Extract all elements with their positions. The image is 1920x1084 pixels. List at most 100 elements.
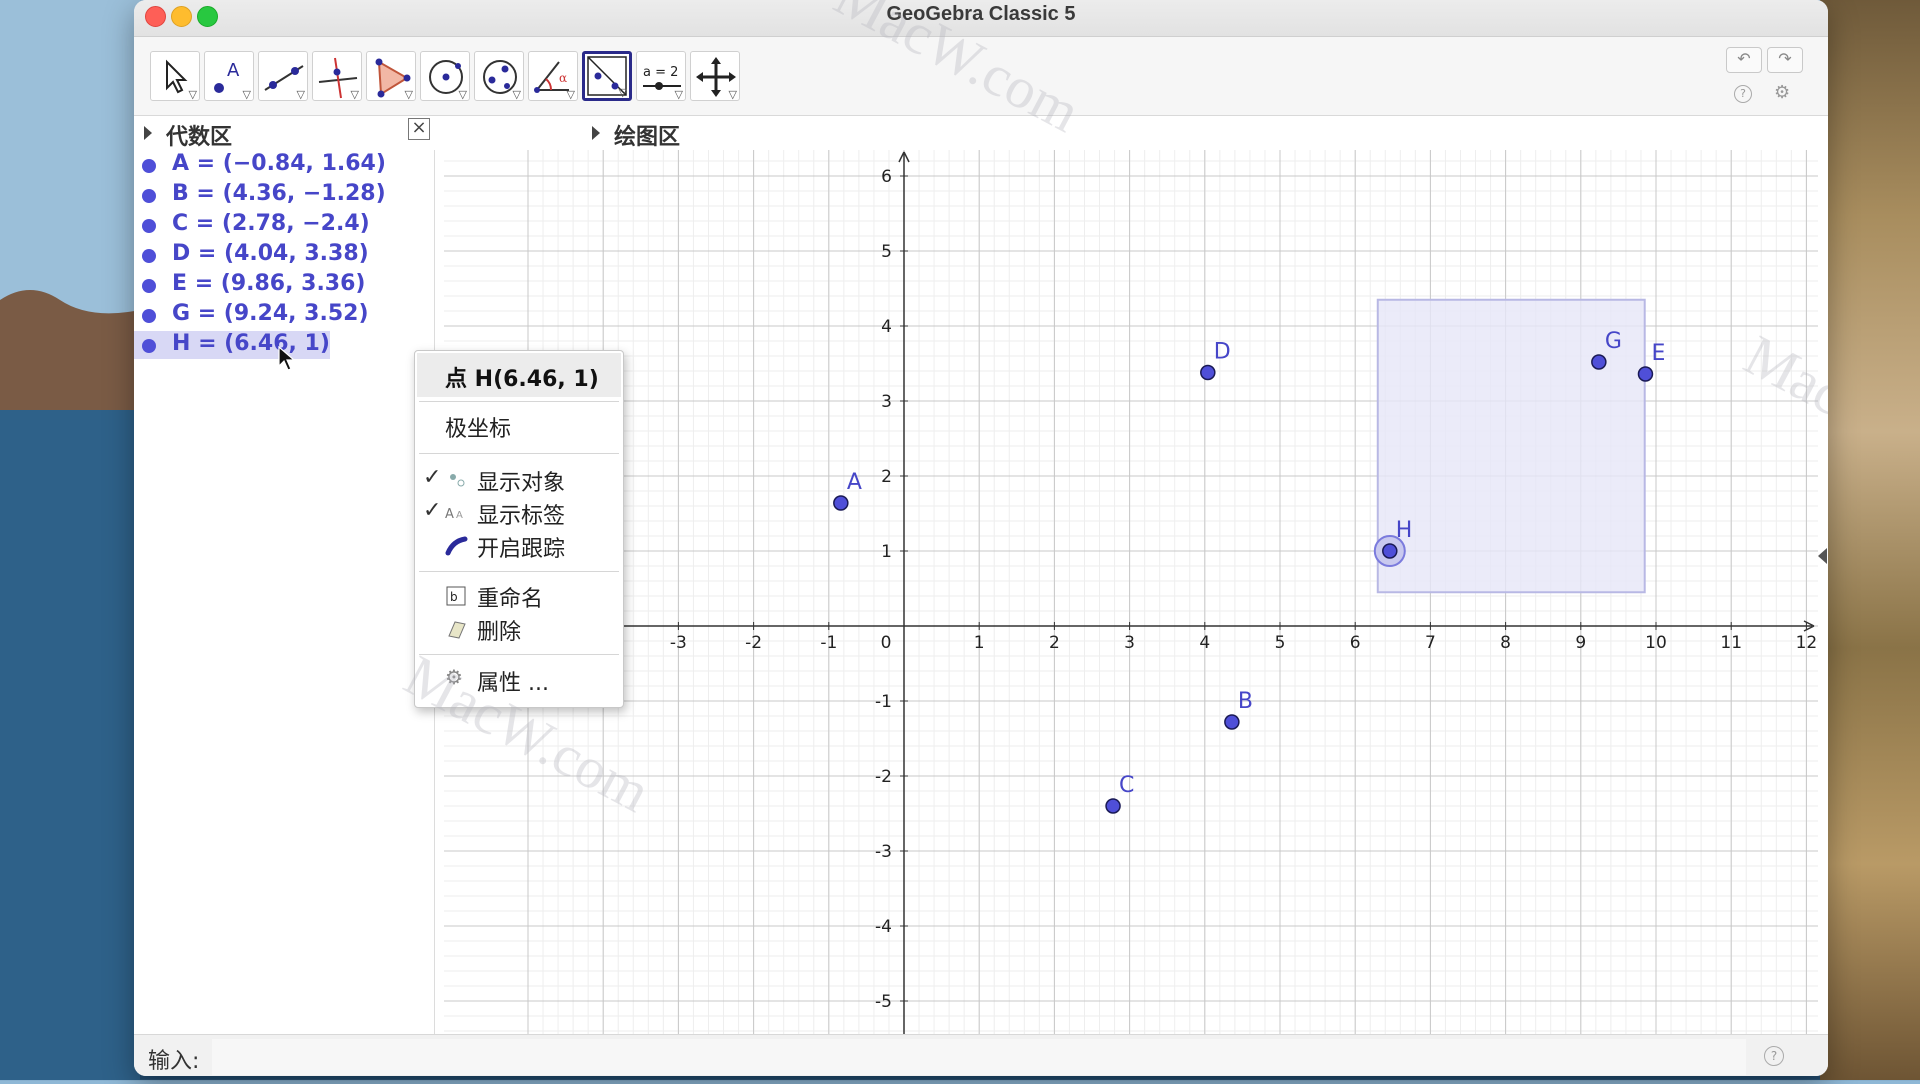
circle-tool[interactable]: ▽ xyxy=(420,51,470,101)
visibility-dot-icon[interactable] xyxy=(142,279,156,293)
algebra-item-text: H = (6.46, 1) xyxy=(172,331,330,356)
visibility-dot-icon[interactable] xyxy=(142,189,156,203)
window-title: GeoGebra Classic 5 xyxy=(886,3,1076,25)
algebra-view-title: 代数区 xyxy=(166,125,233,150)
checkmark-icon: ✓ xyxy=(423,465,442,490)
svg-text:A: A xyxy=(456,510,463,521)
dropdown-triangle-icon: ▽ xyxy=(296,88,305,101)
visibility-dot-icon[interactable] xyxy=(142,219,156,233)
input-field[interactable] xyxy=(212,1039,1746,1075)
x-tick-label: 3 xyxy=(1124,633,1135,653)
menu-item-show-label[interactable]: ✓ AA 显示标签 xyxy=(415,498,623,529)
reflect-tool[interactable]: ▽ xyxy=(582,51,632,101)
point-label: C xyxy=(1119,773,1134,798)
undo-icon[interactable]: ↶ xyxy=(1726,47,1762,73)
point-a[interactable] xyxy=(833,495,849,511)
algebra-item[interactable]: B = (4.36, −1.28) xyxy=(134,181,434,209)
visibility-dot-icon[interactable] xyxy=(142,309,156,323)
menu-item-properties-label: 属性 ... xyxy=(477,671,549,696)
x-tick-label: 1 xyxy=(974,633,985,653)
visibility-dot-icon[interactable] xyxy=(142,249,156,263)
perpendicular-tool[interactable]: ▽ xyxy=(312,51,362,101)
y-tick-label: -5 xyxy=(875,992,892,1012)
x-tick-label: 9 xyxy=(1575,633,1586,653)
algebra-item[interactable]: C = (2.78, −2.4) xyxy=(134,211,434,239)
algebra-view: 代数区 × A = (−0.84, 1.64) B = (4.36, −1.28)… xyxy=(134,116,435,1034)
dropdown-triangle-icon: ▽ xyxy=(350,88,359,101)
dropdown-triangle-icon: ▽ xyxy=(242,88,251,101)
show-label-icon: AA xyxy=(445,507,463,522)
menu-item-show-label-label: 显示标签 xyxy=(477,504,566,529)
x-tick-label: -3 xyxy=(670,633,687,653)
move-tool[interactable]: ▽ xyxy=(150,51,200,101)
svg-text:α: α xyxy=(559,71,567,85)
redo-icon[interactable]: ↷ xyxy=(1767,47,1803,73)
help-icon[interactable]: ? xyxy=(1734,85,1752,103)
visibility-dot-icon[interactable] xyxy=(142,159,156,173)
slider-tool[interactable]: a = 2 ▽ xyxy=(636,51,686,101)
x-tick-label: -2 xyxy=(745,633,762,653)
y-tick-label: 1 xyxy=(881,542,892,562)
angle-tool[interactable]: α ▽ xyxy=(528,51,578,101)
menu-item-properties[interactable]: ⚙ 属性 ... xyxy=(415,665,623,696)
x-tick-label: -1 xyxy=(820,633,837,653)
y-tick-label: -2 xyxy=(875,767,892,787)
x-tick-label: 7 xyxy=(1425,633,1436,653)
graphics-view-title: 绘图区 xyxy=(614,125,681,150)
menu-item-trace-on[interactable]: 开启跟踪 xyxy=(415,531,623,562)
point-label: D xyxy=(1214,340,1231,365)
visibility-dot-icon[interactable] xyxy=(142,339,156,353)
collapse-arrow-icon[interactable] xyxy=(592,126,600,140)
point-tool[interactable]: A ▽ xyxy=(204,51,254,101)
line-tool[interactable]: ▽ xyxy=(258,51,308,101)
x-tick-label: 10 xyxy=(1645,633,1667,653)
point-h[interactable] xyxy=(1382,543,1398,559)
move-view-tool[interactable]: ▽ xyxy=(690,51,740,101)
menu-item-trace-on-label: 开启跟踪 xyxy=(477,537,566,562)
mouse-cursor-icon xyxy=(278,346,296,371)
polygon-tool[interactable]: ▽ xyxy=(366,51,416,101)
dropdown-triangle-icon: ▽ xyxy=(728,88,737,101)
eraser-icon xyxy=(448,621,466,639)
point-label: B xyxy=(1238,689,1253,714)
x-tick-label: 12 xyxy=(1796,633,1818,653)
x-tick-label: 6 xyxy=(1350,633,1361,653)
algebra-item[interactable]: G = (9.24, 3.52) xyxy=(134,301,434,329)
point-label: A xyxy=(847,470,862,495)
gear-icon[interactable]: ⚙ xyxy=(1774,82,1790,103)
context-menu-title: 点 H(6.46, 1) xyxy=(417,353,621,397)
algebra-item[interactable]: D = (4.04, 3.38) xyxy=(134,241,434,269)
algebra-item-text: B = (4.36, −1.28) xyxy=(172,181,386,206)
menu-item-show-object[interactable]: ✓ 显示对象 xyxy=(415,465,623,496)
menu-item-polar[interactable]: 极坐标 xyxy=(415,411,623,442)
menu-item-rename[interactable]: b 重命名 xyxy=(415,581,623,612)
close-algebra-view-button[interactable]: × xyxy=(408,118,430,140)
point-label: H xyxy=(1396,518,1413,543)
desktop-background-right xyxy=(1820,0,1920,1080)
algebra-item-text: E = (9.86, 3.36) xyxy=(172,271,366,296)
point-g[interactable] xyxy=(1591,354,1607,370)
graphics-view[interactable]: -3-2-1012345678910111213654321-1-2-3-4-5… xyxy=(444,150,1818,1034)
dropdown-triangle-icon: ▽ xyxy=(458,88,467,101)
menu-item-polar-label: 极坐标 xyxy=(445,417,512,442)
y-tick-label: -1 xyxy=(875,692,892,712)
side-panel-toggle-icon[interactable] xyxy=(1818,548,1827,564)
algebra-item-text: D = (4.04, 3.38) xyxy=(172,241,369,266)
y-tick-label: 6 xyxy=(881,167,892,187)
conic-tool[interactable]: ▽ xyxy=(474,51,524,101)
collapse-arrow-icon[interactable] xyxy=(144,126,152,140)
point-b[interactable] xyxy=(1224,714,1240,730)
y-tick-label: 5 xyxy=(881,242,892,262)
algebra-item[interactable]: A = (−0.84, 1.64) xyxy=(134,151,434,179)
menu-item-delete[interactable]: 删除 xyxy=(415,614,623,645)
point-label: E xyxy=(1651,341,1665,366)
point-e[interactable] xyxy=(1637,366,1654,382)
algebra-item-text: G = (9.24, 3.52) xyxy=(172,301,369,326)
point-d[interactable] xyxy=(1200,364,1216,381)
algebra-item[interactable]: H = (6.46, 1) xyxy=(134,331,330,359)
input-help-icon[interactable]: ? xyxy=(1764,1046,1784,1066)
point-c[interactable] xyxy=(1105,798,1121,814)
algebra-item[interactable]: E = (9.86, 3.36) xyxy=(134,271,434,299)
dropdown-triangle-icon: ▽ xyxy=(404,88,413,101)
geogebra-window: GeoGebra Classic 5 ▽ A ▽ ▽ ▽ ▽ ▽ ▽ α ▽ ▽… xyxy=(134,0,1828,1076)
